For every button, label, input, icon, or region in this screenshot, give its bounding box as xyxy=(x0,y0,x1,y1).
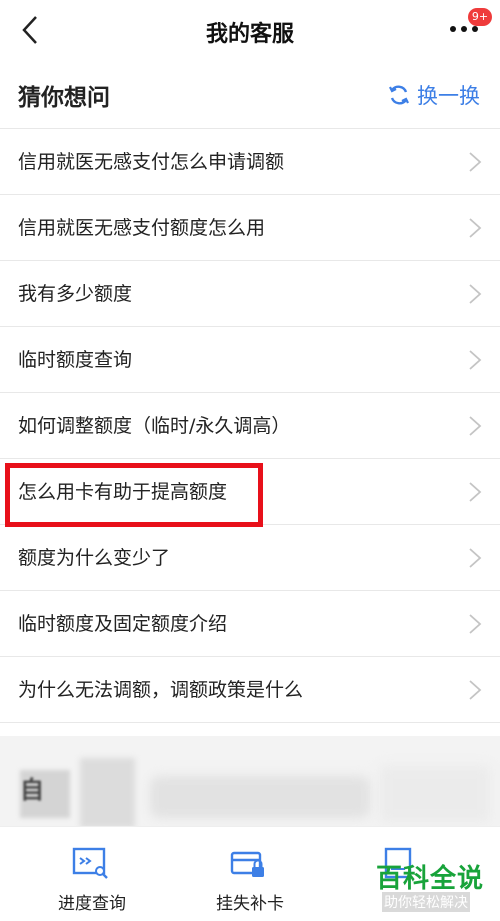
blurred-text: 自 xyxy=(20,776,44,804)
watermark-subtitle: 助你轻松解决 xyxy=(382,892,470,912)
chevron-right-icon xyxy=(469,416,482,436)
refresh-button[interactable]: 换一换 xyxy=(387,80,480,110)
watermark-title: 百科全说 xyxy=(376,864,485,894)
question-text: 信用就医无感支付额度怎么用 xyxy=(18,217,266,239)
tab-report-loss[interactable]: 挂失补卡 xyxy=(180,827,320,921)
question-text: 怎么用卡有助于提高额度 xyxy=(18,481,228,503)
tab-label: 进度查询 xyxy=(58,894,126,914)
chevron-right-icon xyxy=(469,152,482,172)
question-row[interactable]: 我有多少额度 xyxy=(0,261,500,327)
section-title: 猜你想问 xyxy=(18,85,110,111)
chevron-right-icon xyxy=(469,350,482,370)
refresh-label: 换一换 xyxy=(417,84,480,108)
question-list: 信用就医无感支付怎么申请调额 信用就医无感支付额度怎么用 我有多少额度 临时额度… xyxy=(0,129,500,723)
chevron-right-icon xyxy=(469,680,482,700)
card-lock-icon xyxy=(230,851,264,877)
chevron-right-icon xyxy=(469,218,482,238)
search-doc-icon xyxy=(72,847,108,879)
question-row[interactable]: 额度为什么变少了 xyxy=(0,525,500,591)
question-text: 额度为什么变少了 xyxy=(18,547,171,569)
question-text: 如何调整额度（临时/永久调高） xyxy=(18,415,291,437)
question-row[interactable]: 临时额度及固定额度介绍 xyxy=(0,591,500,657)
more-button[interactable]: 9+ xyxy=(446,8,492,46)
question-row[interactable]: 为什么无法调额，调额政策是什么 xyxy=(0,657,500,723)
watermark-logo: 百科全说 助你轻松解决 xyxy=(376,858,494,914)
blur-patch xyxy=(380,766,490,822)
question-text: 临时额度查询 xyxy=(18,349,133,371)
page-title: 我的客服 xyxy=(205,22,294,47)
question-row[interactable]: 信用就医无感支付额度怎么用 xyxy=(0,195,500,261)
notification-badge: 9+ xyxy=(468,8,492,26)
top-nav-bar: 我的客服 9+ xyxy=(0,0,500,62)
blur-patch xyxy=(150,776,370,818)
tab-progress-query[interactable]: 进度查询 xyxy=(22,827,162,921)
question-row[interactable]: 怎么用卡有助于提高额度 xyxy=(0,459,500,525)
question-text: 我有多少额度 xyxy=(18,283,133,305)
question-text: 为什么无法调额，调额政策是什么 xyxy=(18,679,304,701)
question-text: 临时额度及固定额度介绍 xyxy=(18,613,228,635)
chevron-right-icon xyxy=(469,482,482,502)
chevron-right-icon xyxy=(469,284,482,304)
chevron-right-icon xyxy=(469,548,482,568)
question-row[interactable]: 信用就医无感支付怎么申请调额 xyxy=(0,129,500,195)
chevron-right-icon xyxy=(469,614,482,634)
refresh-icon xyxy=(389,85,409,105)
question-row[interactable]: 如何调整额度（临时/永久调高） xyxy=(0,393,500,459)
blur-patch xyxy=(80,758,135,828)
blurred-section: 自 xyxy=(0,736,500,828)
question-row[interactable]: 临时额度查询 xyxy=(0,327,500,393)
suggested-questions-header: 猜你想问 换一换 xyxy=(0,62,500,129)
question-text: 信用就医无感支付怎么申请调额 xyxy=(18,151,285,173)
more-dots-icon xyxy=(450,26,478,32)
tab-label: 挂失补卡 xyxy=(216,894,284,914)
